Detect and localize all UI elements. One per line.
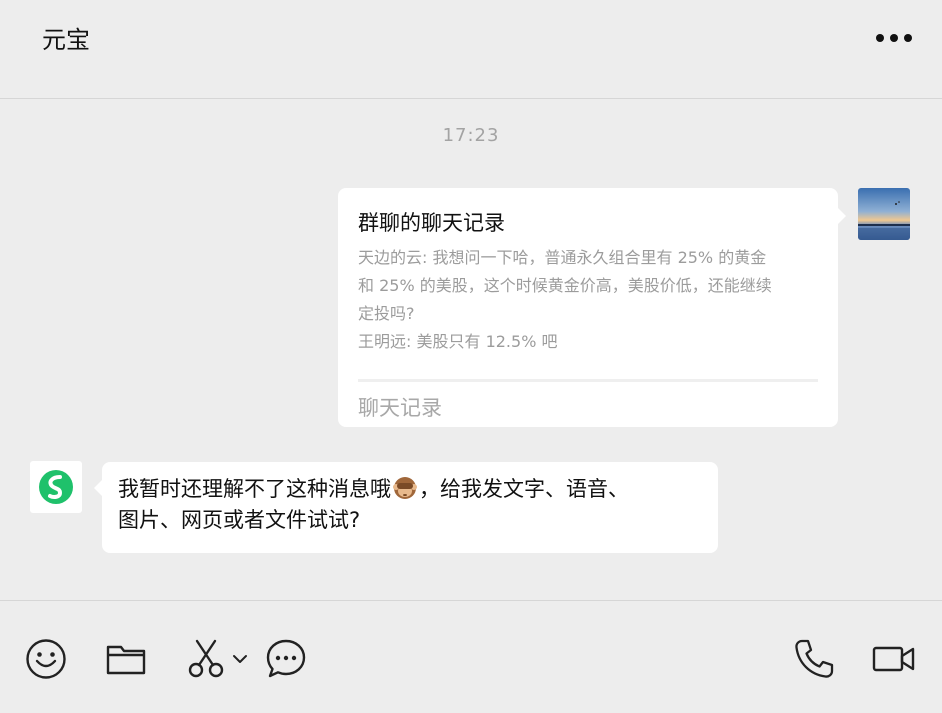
card-preview-line: 和 25% 的美股，这个时候黄金价高，美股价低，还能继续 <box>358 276 772 295</box>
chat-record-card[interactable]: 群聊的聊天记录 天边的云: 我想问一下哈，普通永久组合里有 25% 的黄金 和 … <box>338 188 846 427</box>
phone-icon <box>795 639 834 678</box>
bot-avatar[interactable] <box>30 461 82 513</box>
chevron-down-icon <box>233 655 247 663</box>
card-title: 群聊的聊天记录 <box>358 211 505 235</box>
chat-history-button[interactable] <box>264 637 308 681</box>
screenshot-button[interactable] <box>184 637 250 681</box>
chat-bubble-icon <box>266 639 306 678</box>
card-preview-line: 王明远: 美股只有 12.5% 吧 <box>358 332 558 351</box>
card-footer-label: 聊天记录 <box>358 396 442 420</box>
card-preview-line: 天边的云: 我想问一下哈，普通永久组合里有 25% 的黄金 <box>358 248 767 267</box>
see-no-evil-monkey-icon <box>393 477 417 499</box>
bot-reply-bubble: 我暂时还理解不了这种消息哦 ，给我发文字、语音、 图片、网页或者文件试试? <box>94 462 718 553</box>
chat-header: 元宝 <box>0 0 942 99</box>
file-button[interactable] <box>104 637 148 681</box>
reply-line-2: 图片、网页或者文件试试? <box>118 508 361 532</box>
video-call-button[interactable] <box>872 637 916 681</box>
sunset-photo-icon <box>858 188 910 240</box>
my-avatar[interactable] <box>858 188 910 240</box>
more-dots-icon <box>876 34 912 42</box>
bubble-tail <box>838 208 846 224</box>
reply-text: 我暂时还理解不了这种消息哦 <box>118 477 391 501</box>
folder-icon <box>106 645 146 675</box>
message-timestamp: 17:23 <box>442 125 500 146</box>
video-icon <box>872 646 915 672</box>
card-divider <box>358 379 818 382</box>
chat-title: 元宝 <box>42 26 90 54</box>
emoji-button[interactable] <box>24 637 68 681</box>
voice-call-button[interactable] <box>792 637 836 681</box>
chat-area[interactable]: 17:23 群聊的聊天记录 天边的云: 我想问一下哈，普通永久组合里有 25% … <box>0 99 942 600</box>
more-button[interactable] <box>874 22 914 54</box>
card-preview-line: 定投吗? <box>358 304 415 323</box>
emoji-icon <box>26 639 66 679</box>
reply-text: ，给我发文字、语音、 <box>419 477 629 501</box>
bubble-tail <box>94 480 102 496</box>
scissors-icon <box>188 639 224 678</box>
reply-line-1: 我暂时还理解不了这种消息哦 ，给我发文字、语音、 <box>118 474 702 505</box>
input-toolbar <box>0 600 942 713</box>
yuanbao-logo-icon <box>39 470 73 504</box>
